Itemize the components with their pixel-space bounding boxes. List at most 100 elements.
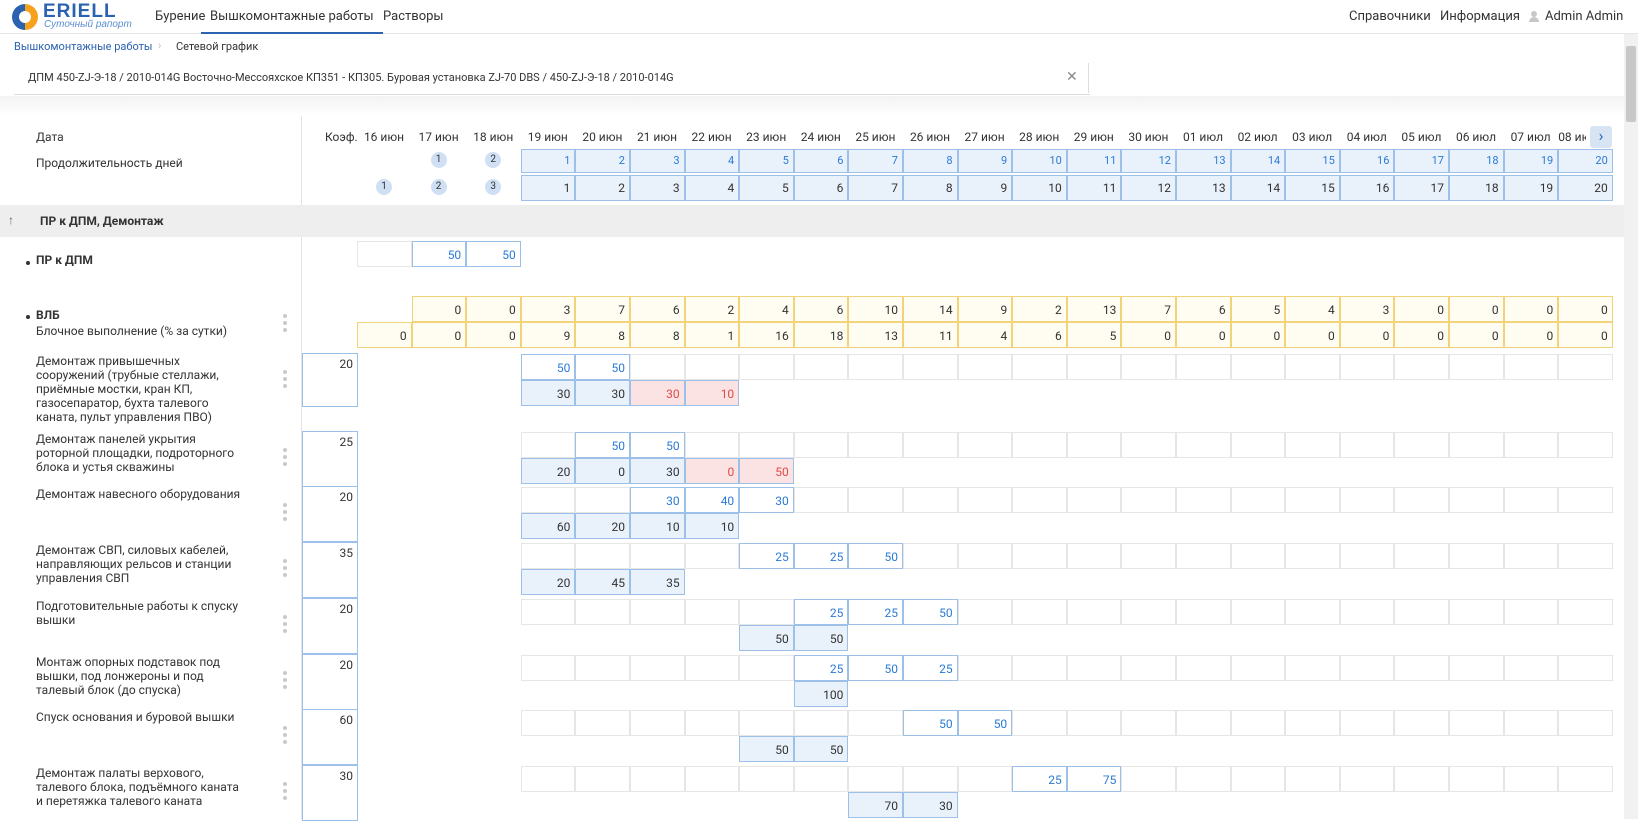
vertical-scrollbar[interactable] bbox=[1624, 34, 1638, 819]
plan-grid-cell bbox=[684, 354, 740, 380]
plan-grid-cell bbox=[1339, 354, 1395, 380]
task-fact-cell[interactable]: 30 bbox=[575, 380, 630, 406]
more-options-icon[interactable] bbox=[283, 314, 287, 334]
task-plan-cell[interactable]: 50 bbox=[630, 432, 685, 458]
plan-grid-cell bbox=[1121, 655, 1176, 681]
task-plan-cell[interactable]: 50 bbox=[903, 710, 958, 736]
task-name: Подготовительные работы к спуску вышки bbox=[36, 599, 239, 627]
pr-cell[interactable]: 50 bbox=[411, 241, 467, 267]
fact-day-cell: 14 bbox=[1230, 175, 1286, 201]
task-name: Монтаж опорных подставок под вышки, под … bbox=[36, 655, 220, 697]
task-fact-cell[interactable]: 35 bbox=[630, 569, 685, 595]
plan-grid-cell bbox=[848, 354, 903, 380]
vlb-bullet bbox=[26, 315, 30, 319]
pr-cell[interactable] bbox=[357, 241, 412, 267]
vlb-plan-cell: 0 bbox=[411, 296, 467, 322]
task-plan-cell[interactable]: 50 bbox=[848, 543, 903, 569]
task-fact-cell[interactable]: 50 bbox=[739, 625, 794, 651]
section-row[interactable]: ↑ ПР к ДПМ, Демонтаж bbox=[0, 205, 1624, 237]
task-fact-cell[interactable]: 10 bbox=[684, 513, 740, 539]
task-plan-cell[interactable]: 25 bbox=[793, 655, 849, 681]
task-koef[interactable]: 35 bbox=[302, 542, 358, 598]
pr-cell[interactable]: 50 bbox=[466, 241, 521, 267]
task-plan-cell[interactable]: 75 bbox=[1066, 766, 1122, 792]
vlb-fact-cell: 11 bbox=[903, 322, 958, 348]
task-fact-cell[interactable]: 50 bbox=[793, 625, 849, 651]
plan-grid-cell bbox=[1449, 543, 1504, 569]
task-koef[interactable]: 60 bbox=[302, 709, 358, 765]
task-plan-cell[interactable]: 25 bbox=[793, 543, 849, 569]
fact-day-badge: 1 bbox=[376, 179, 392, 195]
task-koef[interactable]: 25 bbox=[302, 431, 358, 487]
more-options-icon[interactable] bbox=[283, 726, 287, 746]
task-fact-cell[interactable]: 100 bbox=[793, 681, 849, 707]
task-fact-cell[interactable]: 20 bbox=[575, 513, 630, 539]
plan-grid-cell bbox=[1285, 487, 1340, 513]
task-fact-cell[interactable]: 20 bbox=[520, 458, 576, 484]
task-plan-cell[interactable]: 30 bbox=[739, 487, 794, 513]
task-koef[interactable]: 30 bbox=[302, 765, 358, 821]
more-options-icon[interactable] bbox=[283, 671, 287, 691]
pr-bullet bbox=[26, 261, 30, 265]
task-fact-cell[interactable]: 60 bbox=[520, 513, 576, 539]
more-options-icon[interactable] bbox=[283, 559, 287, 579]
vlb-plan-cell: 2 bbox=[684, 296, 740, 322]
task-fact-cell[interactable]: 0 bbox=[684, 458, 740, 484]
fact-day-cell: 2 bbox=[575, 175, 630, 201]
more-options-icon[interactable] bbox=[283, 448, 287, 468]
plan-day-cell: 10 bbox=[1012, 149, 1067, 173]
task-plan-cell[interactable]: 30 bbox=[630, 487, 685, 513]
plan-grid-cell bbox=[1449, 655, 1504, 681]
vlb-fact-cell: 1 bbox=[684, 322, 740, 348]
task-fact-cell[interactable]: 50 bbox=[739, 736, 794, 762]
task-fact-cell[interactable]: 10 bbox=[684, 380, 740, 406]
date-header: 25 июн bbox=[855, 130, 896, 144]
task-plan-cell[interactable]: 40 bbox=[684, 487, 740, 513]
task-fact-cell[interactable]: 10 bbox=[630, 513, 685, 539]
task-fact-cell[interactable]: 20 bbox=[520, 569, 576, 595]
plan-grid-cell bbox=[1503, 543, 1559, 569]
task-plan-cell[interactable]: 50 bbox=[903, 599, 958, 625]
more-options-icon[interactable] bbox=[283, 782, 287, 802]
task-plan-cell[interactable]: 50 bbox=[575, 354, 630, 380]
plan-grid-cell bbox=[684, 543, 740, 569]
plan-grid-cell bbox=[1285, 710, 1340, 736]
task-plan-cell[interactable]: 50 bbox=[957, 710, 1013, 736]
plan-grid-cell bbox=[1230, 766, 1286, 792]
task-plan-cell[interactable]: 25 bbox=[848, 599, 903, 625]
plan-grid-cell bbox=[1285, 766, 1340, 792]
task-plan-cell[interactable]: 50 bbox=[520, 354, 576, 380]
task-koef[interactable]: 20 bbox=[302, 486, 358, 542]
task-fact-cell[interactable]: 45 bbox=[575, 569, 630, 595]
plan-grid-cell bbox=[1121, 432, 1176, 458]
task-fact-cell[interactable]: 30 bbox=[520, 380, 576, 406]
task-plan-cell[interactable]: 50 bbox=[848, 655, 903, 681]
task-fact-cell[interactable]: 30 bbox=[630, 458, 685, 484]
task-koef[interactable]: 20 bbox=[302, 654, 358, 710]
plan-grid-cell bbox=[1339, 487, 1395, 513]
more-options-icon[interactable] bbox=[283, 370, 287, 390]
task-fact-cell[interactable]: 0 bbox=[575, 458, 630, 484]
plan-grid-cell bbox=[1176, 432, 1231, 458]
task-plan-cell[interactable]: 25 bbox=[1012, 766, 1067, 792]
task-fact-cell[interactable]: 30 bbox=[903, 792, 958, 818]
task-fact-cell[interactable]: 50 bbox=[793, 736, 849, 762]
plan-grid-cell bbox=[520, 543, 576, 569]
fact-day-cell: 11 bbox=[1066, 175, 1122, 201]
scroll-right-icon[interactable]: › bbox=[1590, 126, 1612, 148]
task-koef[interactable]: 20 bbox=[302, 598, 358, 654]
task-fact-cell[interactable]: 70 bbox=[848, 792, 903, 818]
task-koef[interactable]: 20 bbox=[302, 353, 358, 407]
more-options-icon[interactable] bbox=[283, 503, 287, 523]
date-header: 29 июн bbox=[1073, 130, 1114, 144]
collapse-arrow-icon[interactable]: ↑ bbox=[8, 213, 14, 227]
task-fact-cell[interactable]: 50 bbox=[739, 458, 794, 484]
task-fact-cell[interactable]: 30 bbox=[630, 380, 685, 406]
task-plan-cell[interactable]: 50 bbox=[575, 432, 630, 458]
task-plan-cell[interactable]: 25 bbox=[739, 543, 794, 569]
scrollbar-thumb[interactable] bbox=[1626, 46, 1636, 122]
task-plan-cell[interactable]: 25 bbox=[793, 599, 849, 625]
plan-grid-cell bbox=[1066, 599, 1122, 625]
task-plan-cell[interactable]: 25 bbox=[903, 655, 958, 681]
more-options-icon[interactable] bbox=[283, 615, 287, 635]
